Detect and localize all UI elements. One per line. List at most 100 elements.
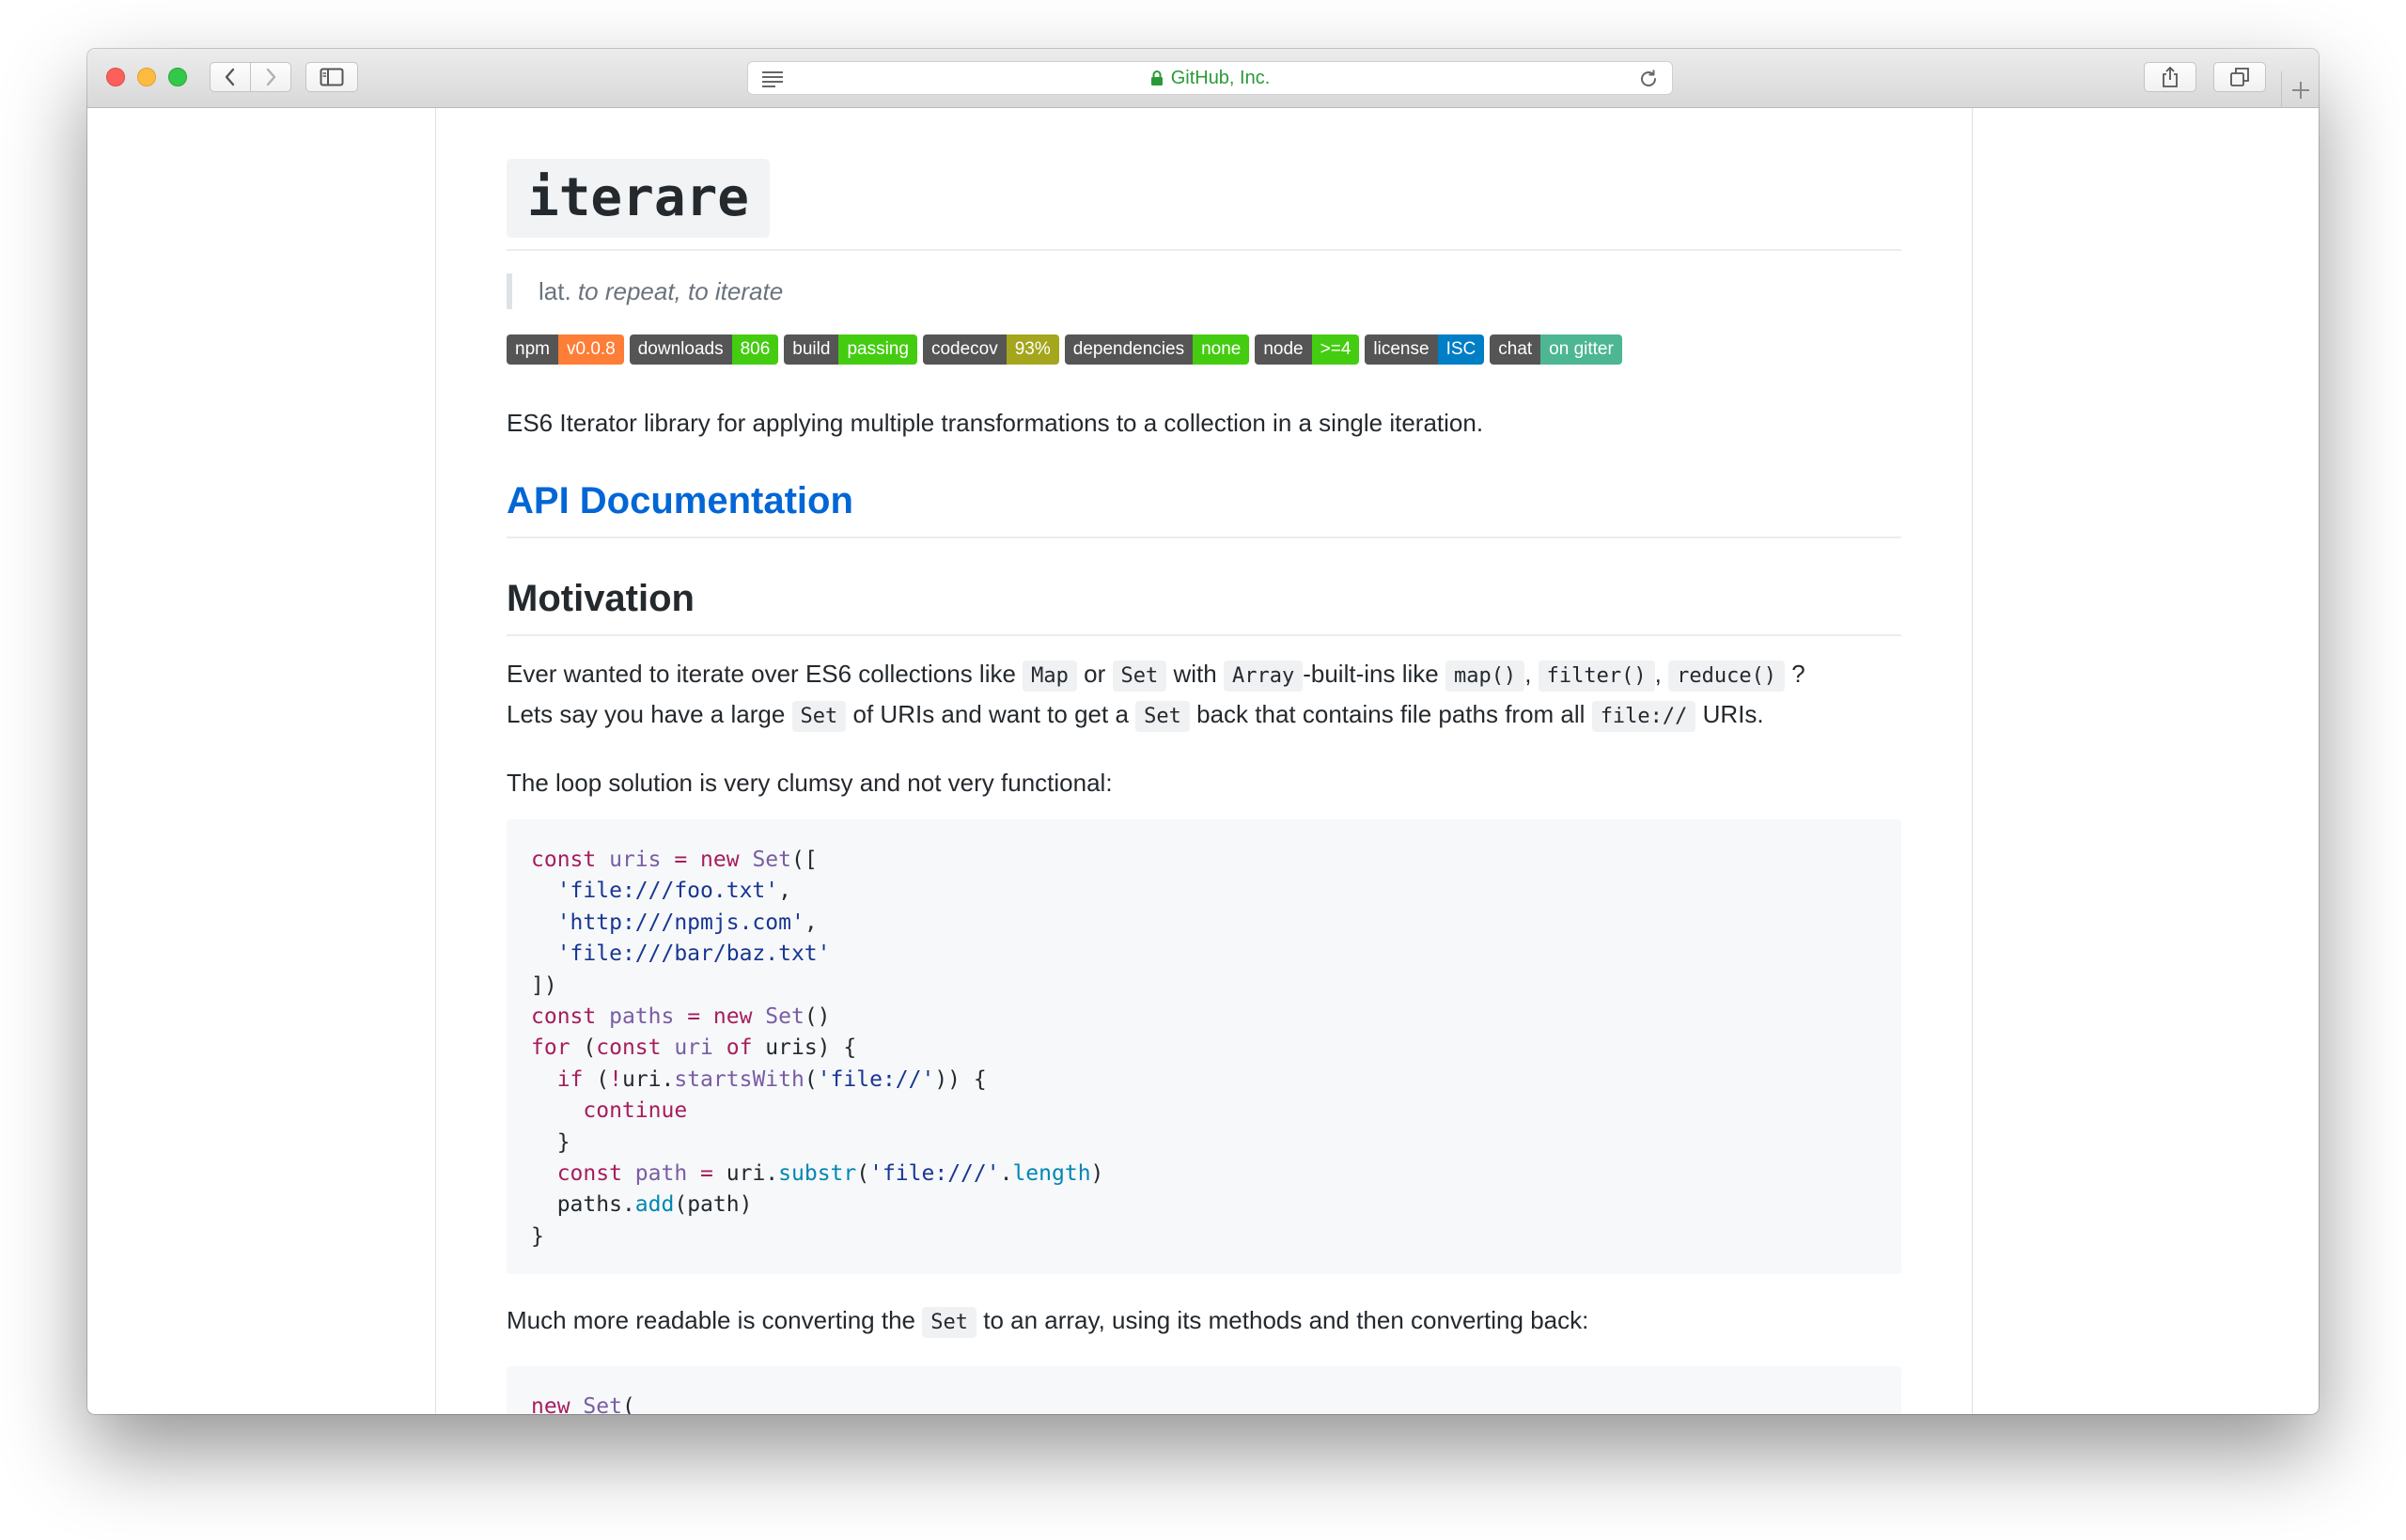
code-token: paths bbox=[596, 1004, 688, 1030]
text: or bbox=[1084, 660, 1106, 688]
code-token: 'file:///bar/baz.txt' bbox=[556, 941, 831, 967]
badge-label: downloads bbox=[629, 334, 732, 365]
page-viewport[interactable]: iterare lat. to repeat, to iterate npm v0… bbox=[87, 108, 2319, 1414]
code-token: new bbox=[531, 1394, 570, 1414]
readable-paragraph: Much more readable is converting the Set… bbox=[507, 1301, 1588, 1342]
share-button[interactable] bbox=[2144, 62, 2196, 92]
zoom-light[interactable] bbox=[168, 68, 187, 86]
text: Much more readable is converting the bbox=[507, 1306, 916, 1334]
code-token: 'file:///' bbox=[869, 1161, 1000, 1187]
address-url: GitHub, Inc. bbox=[748, 62, 1672, 94]
text: of URIs and want to get a bbox=[852, 700, 1129, 728]
badge-license[interactable]: license ISC bbox=[1365, 334, 1485, 365]
code-token: ( bbox=[621, 1394, 635, 1414]
intro-paragraph: ES6 Iterator library for applying multip… bbox=[507, 409, 1484, 437]
code-token: new bbox=[700, 1004, 753, 1030]
badge-value: v0.0.8 bbox=[557, 334, 624, 365]
badge-chat[interactable]: chat on gitter bbox=[1490, 334, 1622, 365]
close-light[interactable] bbox=[106, 68, 125, 86]
badge-value: none bbox=[1193, 334, 1250, 365]
badge-value: passing bbox=[838, 334, 917, 365]
badge-dependencies[interactable]: dependencies none bbox=[1064, 334, 1250, 365]
badge-codecov[interactable]: codecov 93% bbox=[922, 334, 1059, 365]
badge-value: >=4 bbox=[1311, 334, 1360, 365]
forward-chevron-icon bbox=[266, 68, 276, 86]
code-token: ! bbox=[609, 1066, 622, 1092]
badge-npm[interactable]: npm v0.0.8 bbox=[507, 334, 624, 365]
api-documentation-link[interactable]: API Documentation bbox=[507, 480, 1901, 538]
code-token: uri. bbox=[621, 1066, 675, 1092]
code-token: } bbox=[531, 1223, 544, 1249]
text: to an array, using its methods and then … bbox=[983, 1306, 1589, 1334]
code-token: uri. bbox=[712, 1161, 779, 1187]
tabs-icon bbox=[2230, 68, 2249, 86]
new-tab-button[interactable] bbox=[2281, 71, 2319, 108]
sidebar-button[interactable] bbox=[305, 62, 358, 92]
text: , bbox=[1654, 660, 1662, 688]
inline-code: Map bbox=[1023, 661, 1077, 692]
loop-paragraph: The loop solution is very clumsy and not… bbox=[507, 769, 1113, 797]
code-token: const bbox=[556, 1161, 622, 1187]
inline-code: Array bbox=[1223, 661, 1304, 692]
code-token: } bbox=[556, 1129, 570, 1155]
inline-code: filter() bbox=[1538, 661, 1655, 692]
inline-code: file:// bbox=[1591, 701, 1696, 732]
badge-row: npm v0.0.8 downloads 806 build passing codecov… bbox=[507, 334, 1622, 365]
plus-icon bbox=[2291, 81, 2309, 99]
code-token: length bbox=[1012, 1161, 1091, 1187]
code-token: 'http:///npmjs.com' bbox=[556, 910, 805, 935]
badge-node[interactable]: node >=4 bbox=[1255, 334, 1360, 365]
code-token: ]) bbox=[531, 972, 557, 998]
code-token: uri bbox=[661, 1035, 713, 1061]
code-content: new Set( bbox=[531, 1392, 1877, 1414]
browser-toolbar: GitHub, Inc. bbox=[87, 49, 2319, 108]
badge-value: ISC bbox=[1437, 334, 1485, 365]
inline-code: Set bbox=[791, 701, 847, 732]
share-icon bbox=[2163, 66, 2178, 87]
code-token: for bbox=[531, 1035, 570, 1061]
badge-label: build bbox=[784, 334, 839, 365]
text: Ever wanted to iterate over ES6 collecti… bbox=[507, 660, 1016, 688]
site-identity: GitHub, Inc. bbox=[1170, 67, 1271, 88]
badge-label: npm bbox=[507, 334, 558, 365]
reload-icon[interactable] bbox=[1638, 69, 1659, 89]
code-block-array[interactable]: new Set( bbox=[507, 1366, 1901, 1414]
badge-value: 93% bbox=[1006, 334, 1059, 365]
code-token: uris) { bbox=[752, 1035, 857, 1061]
sidebar-icon bbox=[320, 68, 344, 86]
code-token: new bbox=[687, 848, 740, 872]
code-token: ( bbox=[583, 1066, 610, 1092]
motivation-heading: Motivation bbox=[507, 578, 1901, 636]
repo-title: iterare bbox=[507, 159, 771, 238]
code-token: (path) bbox=[674, 1192, 753, 1218]
badge-downloads[interactable]: downloads 806 bbox=[629, 334, 779, 365]
show-tabs-button[interactable] bbox=[2213, 62, 2266, 92]
badge-label: codecov bbox=[922, 334, 1007, 365]
text: Lets say you have a large bbox=[507, 700, 786, 728]
code-block-loop[interactable]: const uris = new Set([ 'file:///foo.txt'… bbox=[507, 819, 1901, 1274]
code-token: = bbox=[687, 1004, 701, 1030]
badge-value: on gitter bbox=[1540, 334, 1622, 365]
address-bar[interactable]: GitHub, Inc. bbox=[747, 61, 1673, 95]
code-token: . bbox=[999, 1161, 1013, 1187]
minimize-light[interactable] bbox=[137, 68, 156, 86]
code-token: 'file:///foo.txt' bbox=[556, 879, 779, 904]
code-token: Set bbox=[570, 1394, 622, 1414]
code-token: Set bbox=[752, 1004, 805, 1030]
lock-icon bbox=[1150, 70, 1163, 86]
code-token: path bbox=[621, 1161, 688, 1187]
badge-label: chat bbox=[1490, 334, 1541, 365]
text: back that contains file paths from all bbox=[1196, 700, 1586, 728]
inline-code: Set bbox=[1135, 701, 1190, 732]
code-token: const bbox=[531, 848, 597, 872]
forward-button[interactable] bbox=[250, 62, 291, 92]
text: with bbox=[1173, 660, 1217, 688]
badge-build[interactable]: build passing bbox=[784, 334, 917, 365]
code-token: substr bbox=[778, 1161, 857, 1187]
code-token: if bbox=[556, 1066, 584, 1092]
code-token: ([ bbox=[790, 848, 818, 872]
back-button[interactable] bbox=[210, 62, 251, 92]
tagline-emphasis: to repeat, to iterate bbox=[577, 277, 784, 305]
text: ? bbox=[1791, 660, 1805, 688]
code-content: const uris = new Set([ 'file:///foo.txt'… bbox=[531, 848, 1104, 1249]
